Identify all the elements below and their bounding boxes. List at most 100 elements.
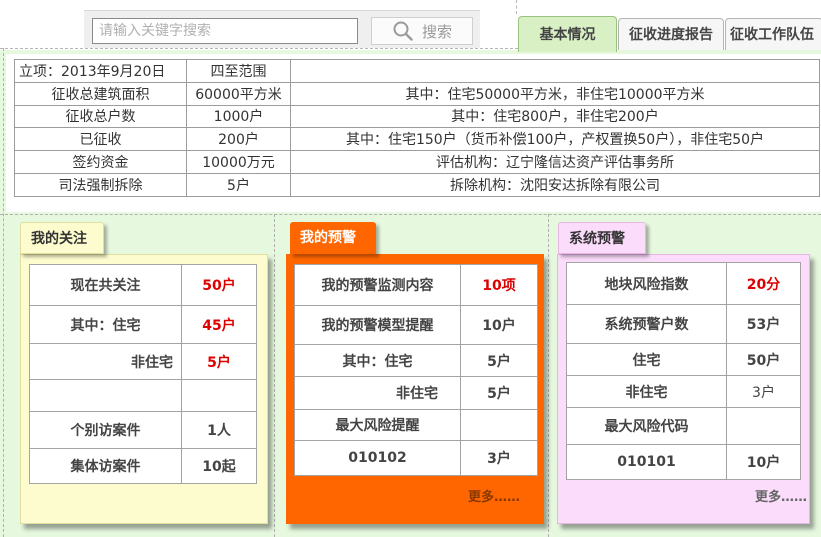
row-value: 5户 bbox=[181, 343, 257, 380]
table-cell: 其中：住宅150户（货币补偿100户，产权置换50户），非住宅50户 bbox=[290, 127, 820, 152]
tab-basic-info[interactable]: 基本情况 bbox=[518, 16, 617, 52]
table-cell: 司法强制拆除 bbox=[14, 172, 187, 197]
table-row: 集体访案件 10起 bbox=[29, 448, 257, 484]
table-row: 我的预警模型提醒 10户 bbox=[294, 305, 538, 345]
table-row: 已征收 200户 其中：住宅150户（货币补偿100户，产权置换50户），非住宅… bbox=[14, 127, 820, 152]
table-row: 住宅 50户 bbox=[566, 343, 801, 376]
system-warning-panel-title: 系统预警 bbox=[558, 222, 646, 254]
follow-table: 现在共关注 50户 其中：住宅 45户 非住宅 5户 个别访案件 1人 集体访案… bbox=[29, 264, 257, 484]
table-cell: 其中：住宅800户，非住宅200户 bbox=[290, 104, 820, 129]
row-label: 非住宅 bbox=[294, 376, 461, 410]
tab-progress-report[interactable]: 征收进度报告 bbox=[618, 18, 724, 50]
row-label: 集体访案件 bbox=[29, 448, 182, 484]
my-warning-more-link[interactable]: 更多…… bbox=[468, 486, 520, 505]
tab-work-team[interactable]: 征收工作队伍 bbox=[725, 18, 821, 50]
row-value: 5户 bbox=[460, 344, 538, 377]
table-row: 010102 3户 bbox=[294, 440, 538, 476]
table-cell: 5户 bbox=[186, 172, 291, 197]
row-label: 010101 bbox=[566, 444, 727, 480]
search-button-label: 搜索 bbox=[421, 22, 452, 41]
section-divider bbox=[0, 214, 821, 215]
search-button[interactable]: 搜索 bbox=[371, 17, 473, 45]
top-divider bbox=[0, 48, 518, 49]
row-label: 现在共关注 bbox=[29, 264, 182, 306]
search-input[interactable] bbox=[92, 18, 358, 44]
row-label: 我的预警模型提醒 bbox=[294, 305, 461, 345]
column-divider bbox=[274, 214, 275, 537]
row-label: 个别访案件 bbox=[29, 411, 182, 449]
my-warning-table: 我的预警监测内容 10项 我的预警模型提醒 10户 其中：住宅 5户 非住宅 5… bbox=[294, 264, 538, 476]
row-value: 10户 bbox=[460, 305, 538, 345]
row-label: 非住宅 bbox=[566, 375, 727, 408]
table-cell bbox=[290, 59, 820, 83]
row-value: 20分 bbox=[726, 262, 801, 305]
table-cell: 立项：2013年9月20日 bbox=[14, 59, 187, 83]
my-warning-panel-title: 我的预警 bbox=[290, 222, 376, 254]
table-cell: 评估机构：辽宁隆信达资产评估事务所 bbox=[290, 150, 820, 174]
row-value: 50户 bbox=[726, 343, 801, 376]
table-row: 司法强制拆除 5户 拆除机构：沈阳安达拆除有限公司 bbox=[14, 172, 820, 197]
row-value: 10起 bbox=[181, 448, 257, 484]
row-label: 住宅 bbox=[566, 343, 727, 376]
info-table: 立项：2013年9月20日 四至范围 征收总建筑面积 60000平方米 其中：住… bbox=[14, 59, 820, 197]
system-warning-more-link[interactable]: 更多…… bbox=[755, 486, 807, 505]
table-cell: 200户 bbox=[186, 127, 291, 152]
follow-panel-title: 我的关注 bbox=[20, 222, 104, 254]
search-icon bbox=[393, 21, 413, 41]
row-value: 10户 bbox=[726, 444, 801, 480]
table-row: 其中：住宅 5户 bbox=[294, 344, 538, 377]
row-label: 其中：住宅 bbox=[294, 344, 461, 377]
row-value bbox=[181, 379, 257, 412]
left-divider bbox=[3, 48, 4, 537]
row-label: 其中：住宅 bbox=[29, 305, 182, 344]
table-row: 个别访案件 1人 bbox=[29, 411, 257, 449]
row-value: 3户 bbox=[726, 375, 801, 408]
row-value: 50户 bbox=[181, 264, 257, 306]
row-label: 系统预警户数 bbox=[566, 304, 727, 344]
row-label bbox=[29, 379, 182, 412]
table-cell: 1000户 bbox=[186, 104, 291, 129]
table-row bbox=[29, 379, 257, 412]
top-divider-vertical bbox=[516, 0, 517, 14]
table-row: 立项：2013年9月20日 四至范围 bbox=[14, 59, 820, 83]
table-cell: 已征收 bbox=[14, 127, 187, 152]
table-row: 签约资金 10000万元 评估机构：辽宁隆信达资产评估事务所 bbox=[14, 150, 820, 174]
row-value bbox=[460, 409, 538, 441]
search-bar: 搜索 bbox=[84, 10, 480, 48]
column-divider bbox=[548, 214, 549, 537]
row-value: 45户 bbox=[181, 305, 257, 344]
row-label: 最大风险代码 bbox=[566, 407, 727, 445]
row-label: 地块风险指数 bbox=[566, 262, 727, 305]
table-cell: 10000万元 bbox=[186, 150, 291, 174]
table-row: 征收总建筑面积 60000平方米 其中：住宅50000平方米，非住宅10000平… bbox=[14, 81, 820, 106]
table-row: 地块风险指数 20分 bbox=[566, 262, 801, 305]
table-cell: 征收总户数 bbox=[14, 104, 187, 129]
table-row: 非住宅 3户 bbox=[566, 375, 801, 408]
row-label: 我的预警监测内容 bbox=[294, 264, 461, 306]
table-cell: 签约资金 bbox=[14, 150, 187, 174]
table-cell: 60000平方米 bbox=[186, 81, 291, 106]
row-label: 非住宅 bbox=[29, 343, 182, 380]
row-value: 53户 bbox=[726, 304, 801, 344]
table-row: 非住宅 5户 bbox=[294, 376, 538, 410]
row-label: 010102 bbox=[294, 440, 461, 476]
table-cell: 四至范围 bbox=[186, 59, 291, 83]
row-value: 10项 bbox=[460, 264, 538, 306]
table-row: 现在共关注 50户 bbox=[29, 264, 257, 306]
system-warning-table: 地块风险指数 20分 系统预警户数 53户 住宅 50户 非住宅 3户 最大风险… bbox=[566, 262, 801, 480]
info-section: 立项：2013年9月20日 四至范围 征收总建筑面积 60000平方米 其中：住… bbox=[6, 54, 821, 212]
row-value: 5户 bbox=[460, 376, 538, 410]
row-value: 1人 bbox=[181, 411, 257, 449]
table-row: 最大风险提醒 bbox=[294, 409, 538, 441]
table-row: 010101 10户 bbox=[566, 444, 801, 480]
table-row: 征收总户数 1000户 其中：住宅800户，非住宅200户 bbox=[14, 104, 820, 129]
table-cell: 拆除机构：沈阳安达拆除有限公司 bbox=[290, 172, 820, 197]
table-row: 其中：住宅 45户 bbox=[29, 305, 257, 344]
table-row: 我的预警监测内容 10项 bbox=[294, 264, 538, 306]
row-value: 3户 bbox=[460, 440, 538, 476]
table-row: 系统预警户数 53户 bbox=[566, 304, 801, 344]
table-cell: 征收总建筑面积 bbox=[14, 81, 187, 106]
table-row: 非住宅 5户 bbox=[29, 343, 257, 380]
row-label: 最大风险提醒 bbox=[294, 409, 461, 441]
table-cell: 其中：住宅50000平方米，非住宅10000平方米 bbox=[290, 81, 820, 106]
